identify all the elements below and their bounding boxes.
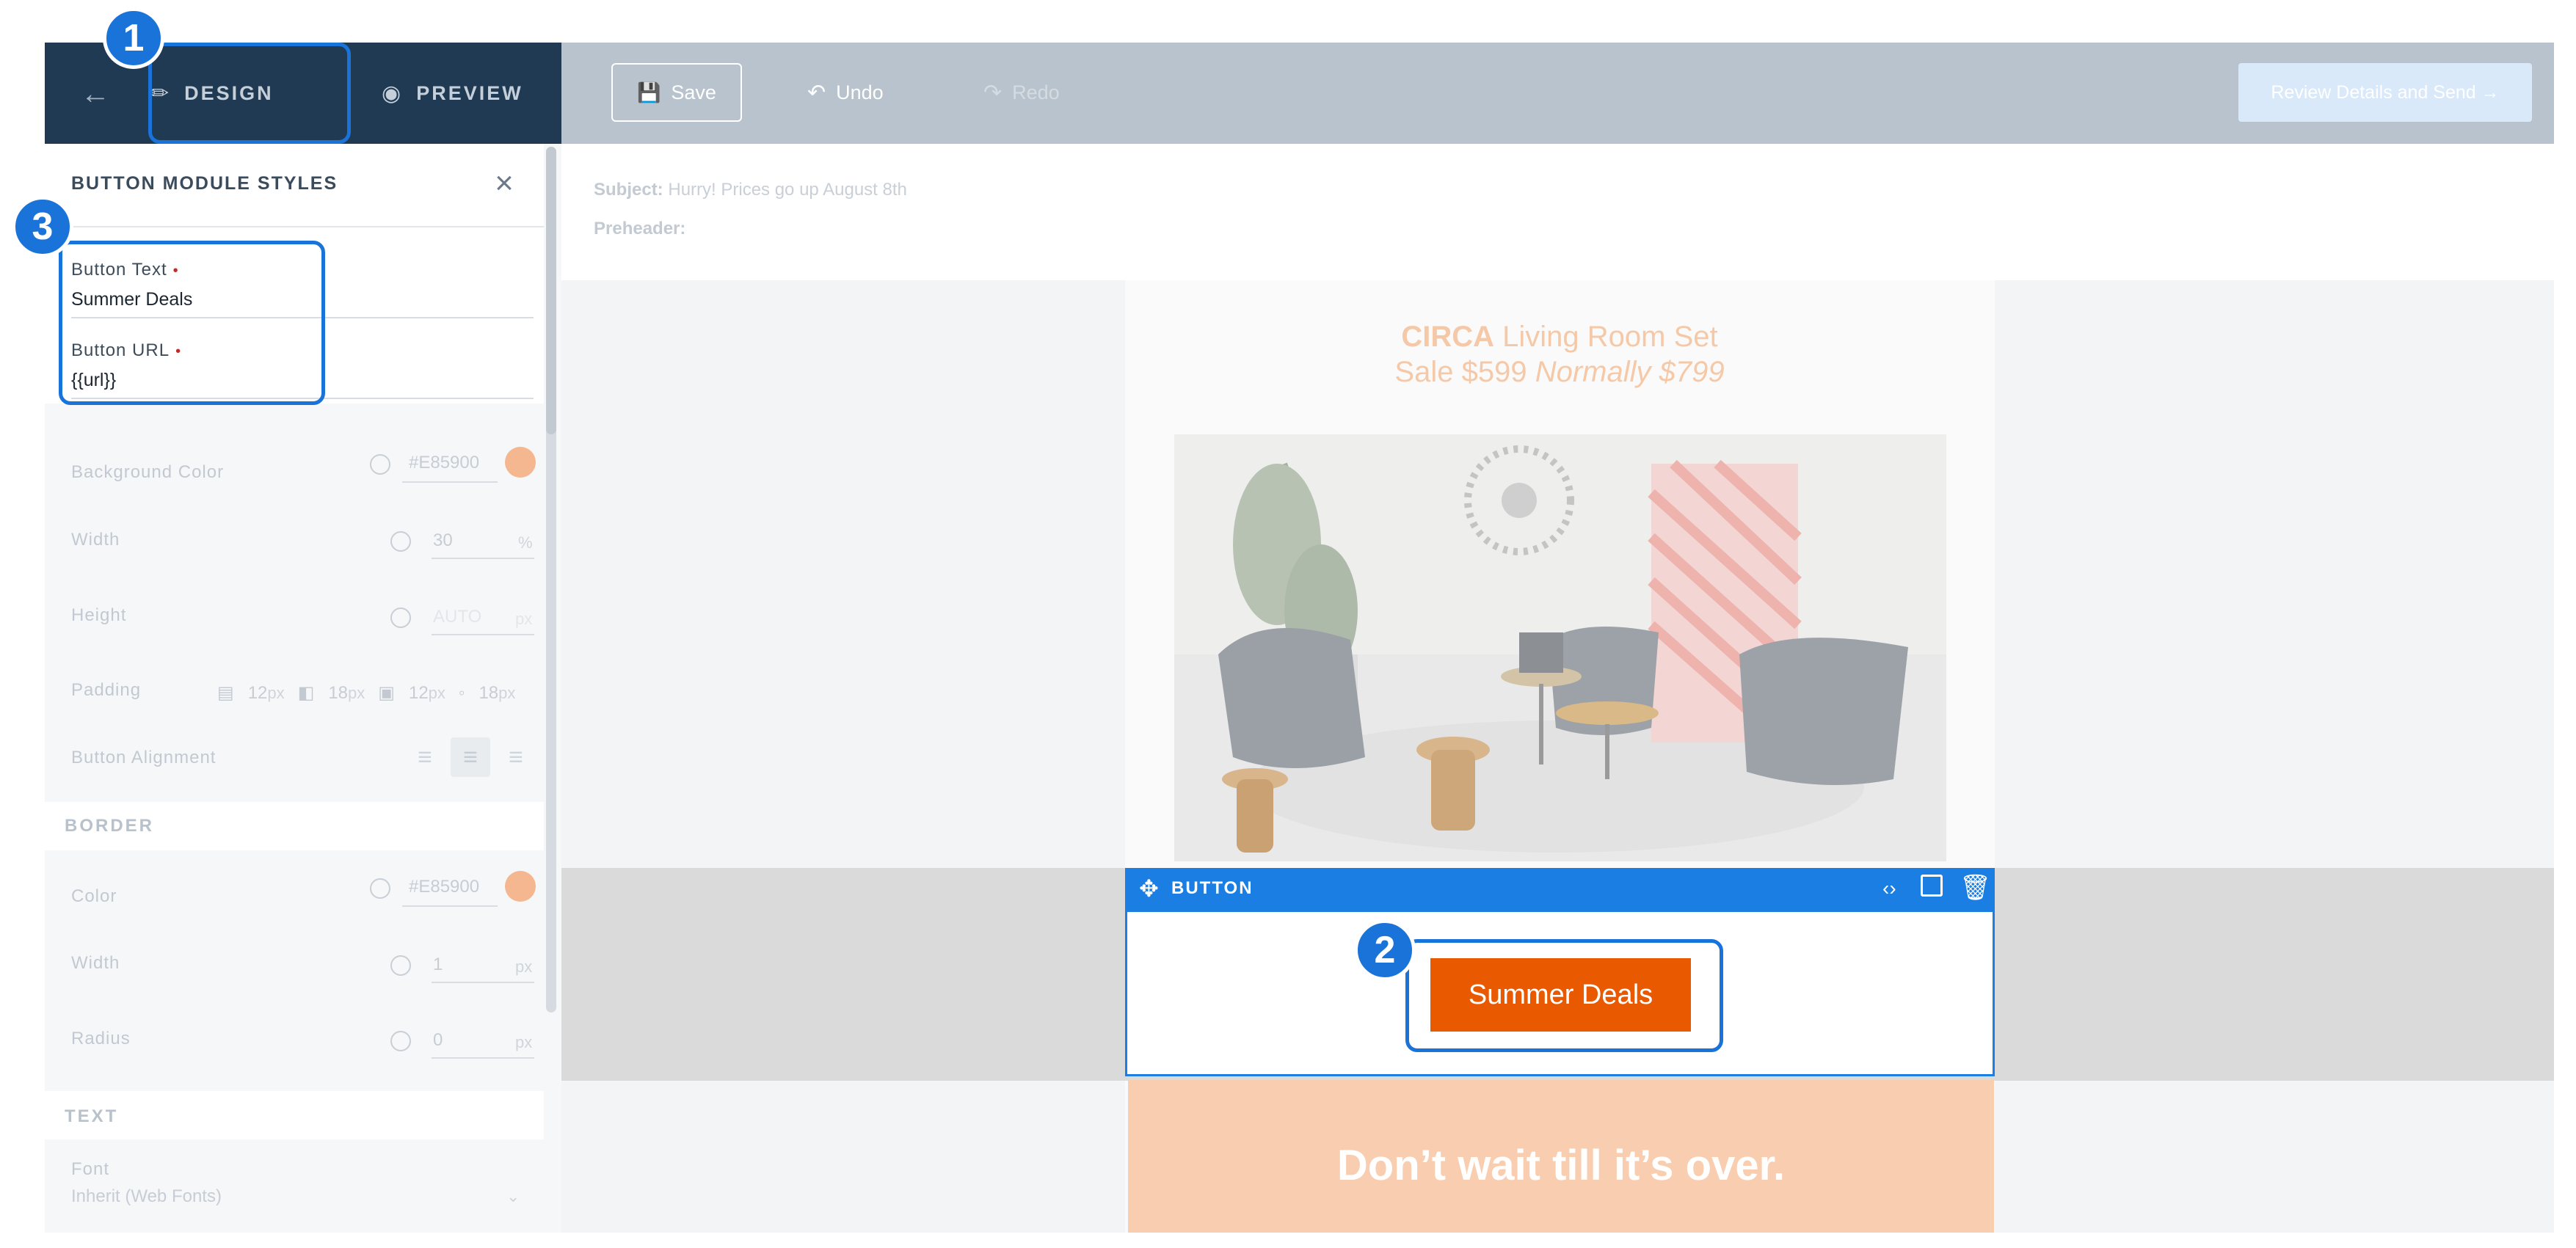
save-button[interactable]: 💾 Save (611, 63, 742, 122)
padding-right-input[interactable]: 18px (328, 683, 365, 704)
callout-badge-1: 1 (103, 7, 164, 69)
subject-line: Subject: Hurry! Prices go up August 8th (594, 180, 907, 200)
callout-cta-button (1405, 939, 1723, 1052)
align-center-icon[interactable]: ≡ (451, 737, 490, 777)
callout-link-fields (59, 241, 325, 405)
width-label: Width (71, 530, 120, 550)
promo-band-text[interactable]: Don’t wait till it’s over. (1128, 1141, 1994, 1190)
back-arrow-icon[interactable]: ← (75, 73, 116, 114)
width-underline (432, 558, 534, 559)
width-unit: % (518, 533, 533, 552)
eye-icon: ◉ (382, 81, 404, 106)
living-room-photo[interactable] (1174, 434, 1946, 861)
reset-icon[interactable] (390, 1031, 411, 1051)
code-icon[interactable]: ‹› (1882, 877, 1896, 900)
redo-label: Redo (1012, 81, 1060, 103)
callout-design-tab (148, 43, 351, 144)
alignment-label: Button Alignment (71, 748, 217, 767)
save-label: Save (671, 81, 716, 103)
reset-icon[interactable] (390, 955, 411, 976)
border-color-input[interactable]: #E85900 (409, 877, 479, 897)
border-color-label: Color (71, 886, 117, 906)
border-width-underline (432, 982, 534, 983)
alignment-controls: ≡ ≡ ≡ (407, 736, 539, 778)
height-unit: px (515, 610, 533, 628)
border-width-unit: px (515, 957, 533, 976)
text-section-header (45, 1091, 544, 1139)
background-color-label: Background Color (71, 462, 225, 482)
reset-icon[interactable] (370, 878, 390, 899)
text-section-title: TEXT (65, 1106, 119, 1126)
hero-heading[interactable]: CIRCA Living Room Set Sale $599 Normally… (1174, 319, 1945, 390)
radius-input[interactable]: 0 (433, 1030, 443, 1051)
width-input[interactable]: 30 (433, 530, 453, 551)
font-label: Font (71, 1159, 110, 1179)
preheader-line: Preheader: (594, 219, 686, 238)
callout-badge-3: 3 (12, 196, 73, 258)
align-right-icon[interactable]: ≡ (498, 739, 534, 776)
undo-button[interactable]: ↶ Undo (807, 73, 884, 112)
redo-button[interactable]: ↷ Redo (983, 73, 1060, 112)
duplicate-icon[interactable] (1921, 875, 1943, 897)
button-module-label: BUTTON (1171, 878, 1254, 898)
tab-preview[interactable]: ◉ PREVIEW (382, 43, 558, 144)
border-width-input[interactable]: 1 (433, 955, 443, 975)
sidebar-title: BUTTON MODULE STYLES (71, 173, 338, 194)
hero-brand: CIRCA (1401, 321, 1495, 353)
callout-badge-2: 2 (1354, 919, 1416, 981)
padding-bottom-input[interactable]: 12px (409, 683, 445, 704)
hero-normal-price: Normally $799 (1535, 356, 1725, 388)
sidebar-scroll-thumb[interactable] (546, 147, 556, 434)
trash-icon[interactable]: 🗑 (1960, 873, 1991, 902)
email-meta-area (561, 144, 2554, 280)
height-label: Height (71, 605, 127, 625)
save-icon: 💾 (637, 81, 661, 103)
close-icon[interactable]: × (488, 167, 520, 200)
background-color-underline (402, 481, 498, 483)
reset-icon[interactable] (390, 607, 411, 628)
padding-left-input[interactable]: 18px (479, 683, 515, 704)
align-left-icon[interactable]: ≡ (407, 739, 443, 776)
radius-label: Radius (71, 1029, 131, 1048)
padding-right-icon: ◧ (297, 683, 316, 703)
tab-preview-label: PREVIEW (416, 81, 523, 104)
border-color-swatch[interactable] (505, 871, 536, 902)
reset-icon[interactable] (390, 531, 411, 552)
button-module-toolbar (1125, 868, 1995, 912)
height-input[interactable]: AUTO (433, 607, 481, 627)
redo-icon: ↷ (983, 80, 1003, 105)
undo-label: Undo (836, 81, 884, 103)
padding-label: Padding (71, 680, 142, 700)
review-and-send-button[interactable]: Review Details and Send → (2238, 63, 2532, 122)
radius-unit: px (515, 1033, 533, 1051)
padding-bottom-icon: ▣ (378, 683, 396, 703)
height-underline (432, 634, 534, 635)
padding-inputs: ▤ 12px ◧ 18px ▣ 12px ◦ 18px (217, 682, 515, 704)
padding-top-icon: ▤ (217, 683, 235, 703)
chevron-down-icon[interactable]: ⌄ (506, 1187, 520, 1206)
undo-icon: ↶ (807, 80, 826, 105)
reset-icon[interactable] (370, 454, 390, 475)
border-section-title: BORDER (65, 816, 155, 836)
living-room-illustration (1174, 434, 1946, 861)
border-width-label: Width (71, 953, 120, 973)
radius-underline (432, 1057, 534, 1059)
background-color-swatch[interactable] (505, 447, 536, 478)
font-select[interactable]: Inherit (Web Fonts) (71, 1186, 222, 1207)
move-handle-icon[interactable]: ✥ (1139, 875, 1159, 902)
padding-left-icon: ◦ (458, 682, 466, 703)
background-color-input[interactable]: #E85900 (409, 453, 479, 473)
border-color-underline (402, 905, 498, 907)
padding-top-input[interactable]: 12px (248, 683, 285, 704)
